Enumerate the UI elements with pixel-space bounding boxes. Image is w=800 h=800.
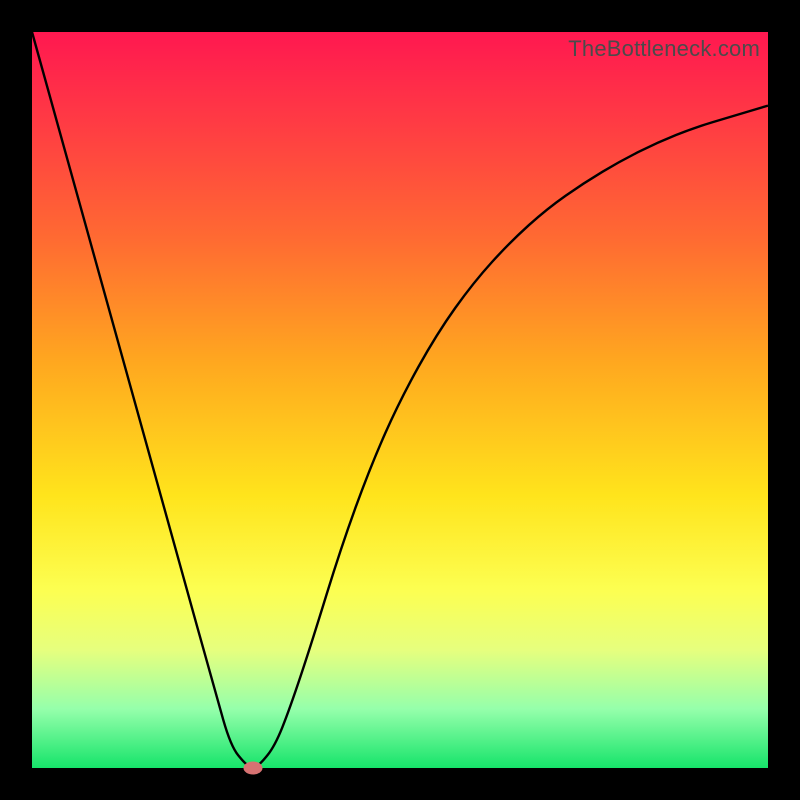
bottleneck-curve bbox=[32, 32, 768, 768]
optimum-marker bbox=[243, 762, 262, 775]
plot-area: TheBottleneck.com bbox=[32, 32, 768, 768]
chart-frame: TheBottleneck.com bbox=[0, 0, 800, 800]
